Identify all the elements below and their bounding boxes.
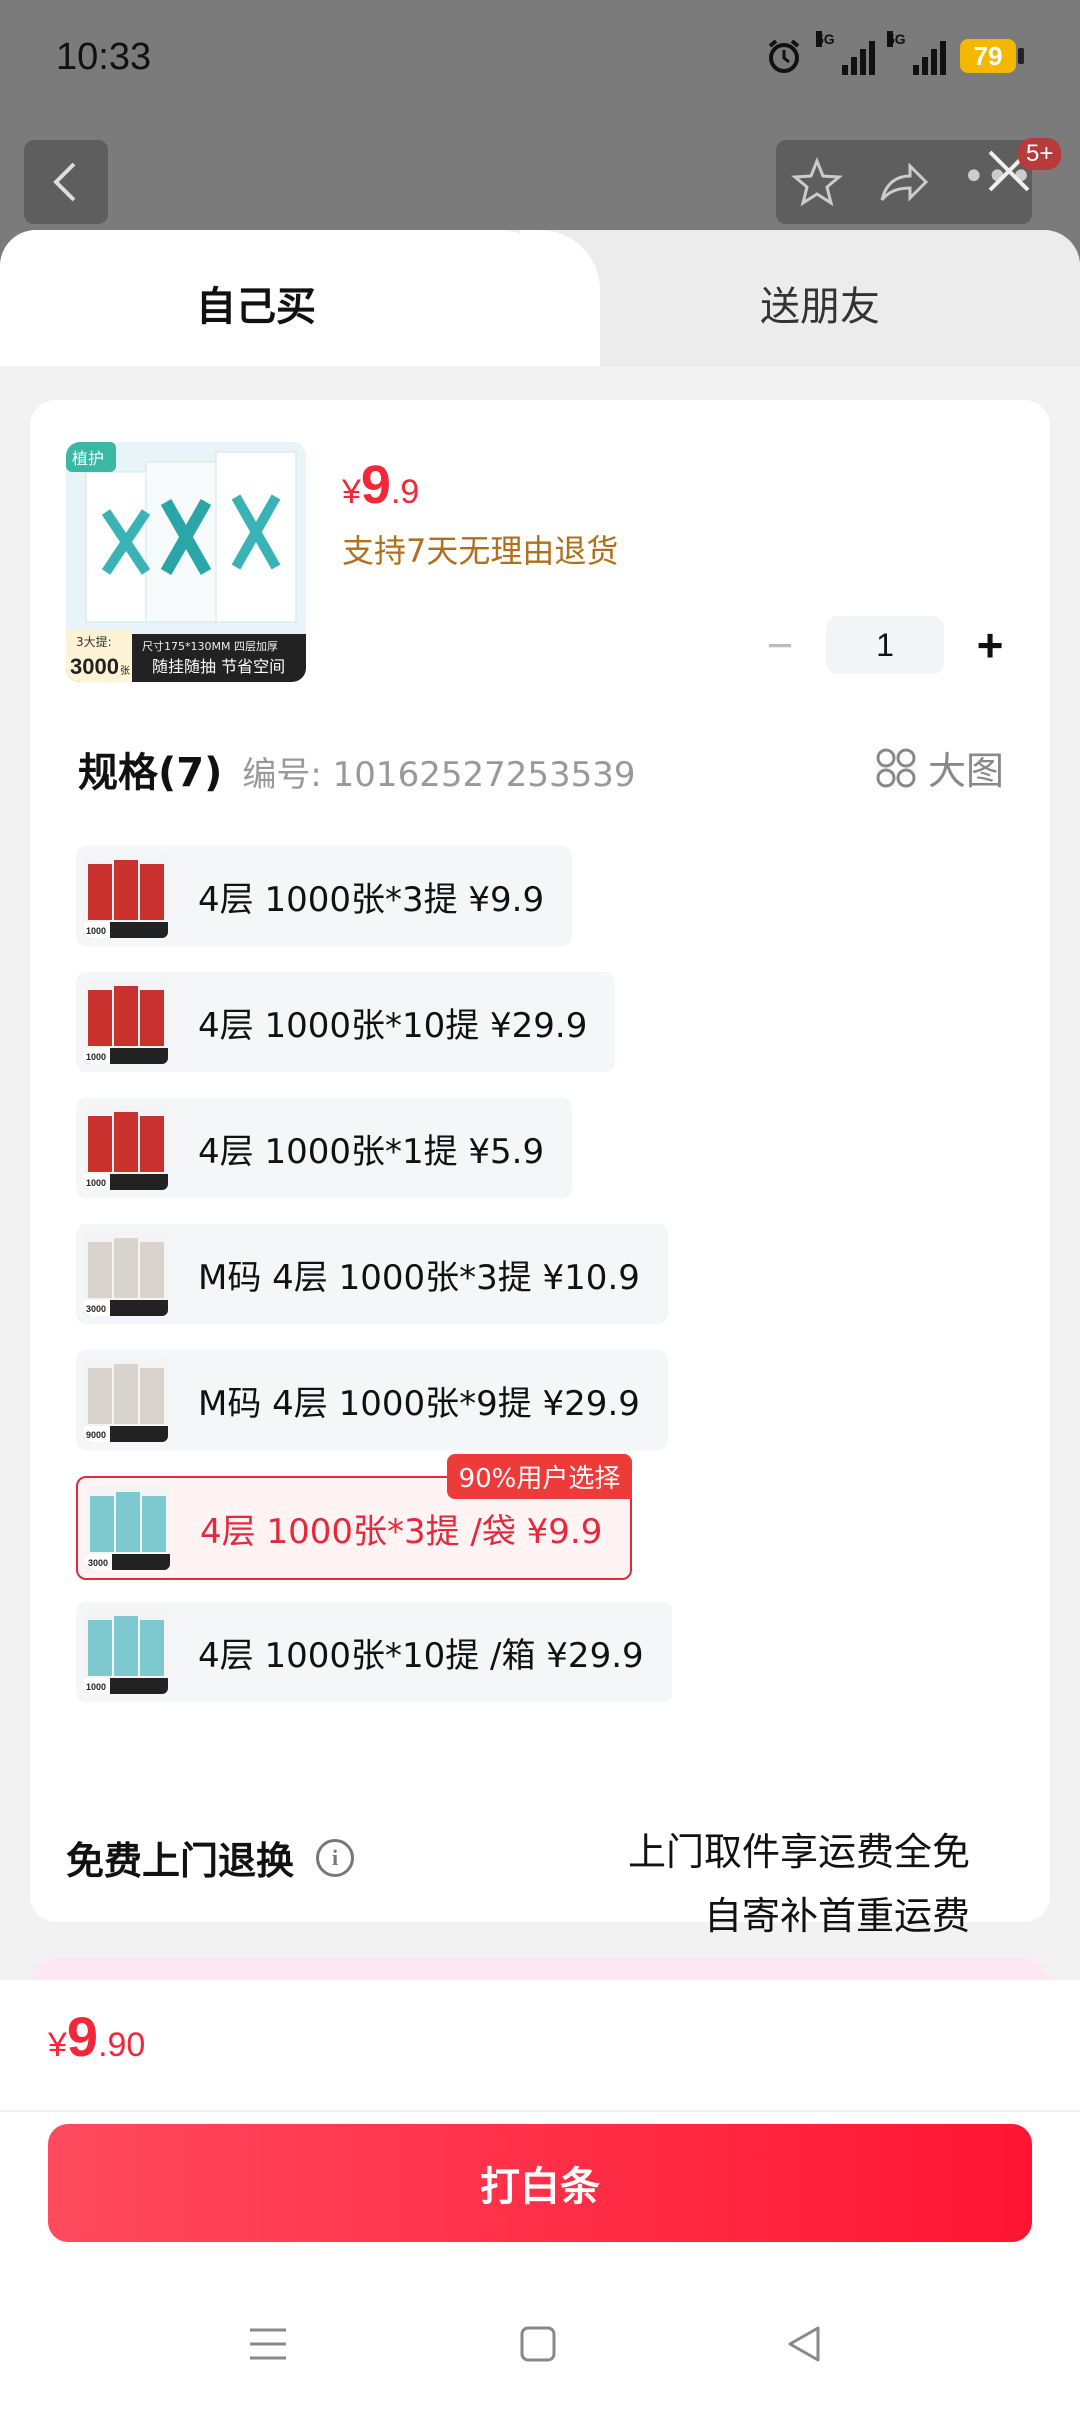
status-icons: 5G 5G 79: [764, 31, 1024, 76]
star-icon[interactable]: [790, 156, 844, 210]
network-type-2: 5G: [887, 31, 906, 47]
grid-icon: [876, 748, 916, 787]
tab-self-curve: [520, 230, 600, 366]
menu-icon[interactable]: [246, 2322, 290, 2366]
spec-thumb-number: 3000: [88, 1558, 108, 1568]
purchase-sheet: 自己买 送朋友 植护 3大提: 3000 张 尺寸175*130MM 四层加厚: [0, 230, 1080, 2412]
quantity-stepper: − 1 +: [760, 616, 1010, 674]
signal-icon-1: 5G: [816, 31, 875, 75]
pay-button[interactable]: 打白条: [48, 2124, 1032, 2242]
spec-thumb-number: 1000: [86, 1178, 106, 1188]
tab-spacer: [0, 366, 1080, 396]
free-return-line-1: 上门取件享运费全免: [627, 1830, 970, 1874]
status-time: 10:33: [56, 36, 152, 78]
thumb-brand: 植护: [72, 449, 104, 468]
spec-header: 规格(7) 编号: 10162527253539: [78, 740, 636, 798]
spec-option-thumbnail: 9000: [84, 1358, 168, 1442]
spec-option-thumbnail: 1000: [84, 1610, 168, 1694]
product-price: ¥9.9: [342, 454, 419, 516]
thumb-count: 3000: [70, 654, 119, 679]
big-image-label: 大图: [927, 749, 1004, 793]
spec-thumb-number: 1000: [86, 1052, 106, 1062]
tab-gift[interactable]: 送朋友: [760, 274, 880, 332]
spec-thumb-number: 1000: [86, 1682, 106, 1692]
product-image[interactable]: 植护 3大提: 3000 张 尺寸175*130MM 四层加厚 随挂随抽 节省空…: [66, 442, 306, 682]
spec-option-label: 4层 1000张*3提 /袋 ¥9.9: [200, 1511, 603, 1552]
spec-option-label: 4层 1000张*10提 ¥29.9: [198, 1005, 588, 1046]
spec-thumb-number: 9000: [86, 1430, 106, 1440]
spec-option-label: M码 4层 1000张*3提 ¥10.9: [198, 1257, 640, 1298]
bottom-bar: ¥9.90 打白条: [0, 1980, 1080, 2412]
network-type-1: 5G: [816, 31, 835, 47]
price-integer: 9: [360, 455, 391, 515]
spec-option-thumbnail: 1000: [84, 1106, 168, 1190]
battery-cap: [1018, 48, 1024, 64]
spec-option[interactable]: 3000 M码 4层 1000张*3提 ¥10.9: [76, 1224, 668, 1324]
total-decimal: .90: [98, 2026, 146, 2064]
system-nav-bar: [0, 2300, 1080, 2410]
total-price: ¥9.90: [48, 2004, 145, 2069]
battery-icon: 79: [960, 39, 1016, 73]
product-image-art: 植护 3大提: 3000 张 尺寸175*130MM 四层加厚 随挂随抽 节省空…: [66, 442, 306, 682]
spec-option[interactable]: 3000 4层 1000张*3提 /袋 ¥9.9 90%用户选择: [76, 1454, 633, 1580]
popular-choice-badge: 90%用户选择: [446, 1454, 633, 1499]
back-button[interactable]: [24, 140, 108, 224]
home-icon[interactable]: [516, 2322, 560, 2366]
spec-option[interactable]: 9000 M码 4层 1000张*9提 ¥29.9: [76, 1350, 668, 1450]
spec-option-label: 4层 1000张*1提 ¥5.9: [198, 1131, 545, 1172]
spec-option-label: M码 4层 1000张*9提 ¥29.9: [198, 1383, 640, 1424]
tab-bar: 自己买 送朋友: [0, 230, 1080, 366]
thumb-slogan: 随挂随抽 节省空间: [152, 657, 285, 676]
free-return-title-row: 免费上门退换 i: [66, 1830, 355, 1885]
free-return-line-2: 自寄补首重运费: [703, 1894, 970, 1938]
decrease-button[interactable]: −: [760, 618, 800, 672]
bottom-divider: [0, 2110, 1080, 2112]
big-image-toggle[interactable]: 大图: [876, 740, 1004, 795]
spec-option[interactable]: 1000 4层 1000张*10提 ¥29.9: [76, 972, 616, 1072]
free-return-title: 免费上门退换: [66, 1839, 295, 1883]
product-card: 植护 3大提: 3000 张 尺寸175*130MM 四层加厚 随挂随抽 节省空…: [30, 400, 1050, 1938]
thumb-pack: 3大提:: [76, 634, 112, 649]
status-bar: 10:33 5G 5G 79: [0, 0, 1080, 120]
total-integer: 9: [66, 2005, 99, 2068]
signal-icon-2: 5G: [887, 31, 946, 75]
total-currency: ¥: [48, 2026, 67, 2064]
price-decimal: .9: [390, 473, 420, 511]
spec-option[interactable]: 1000 4层 1000张*1提 ¥5.9: [76, 1098, 573, 1198]
free-return-desc: 上门取件享运费全免 自寄补首重运费: [628, 1820, 970, 1948]
spec-option-thumbnail: 3000: [84, 1232, 168, 1316]
spec-option-label: 4层 1000张*10提 /箱 ¥29.9: [198, 1635, 644, 1676]
spec-option-thumbnail: 1000: [84, 854, 168, 938]
thumb-size: 尺寸175*130MM 四层加厚: [142, 639, 278, 653]
return-policy-note: 支持7天无理由退货: [342, 532, 619, 570]
chevron-left-icon: [53, 162, 76, 202]
quantity-input[interactable]: 1: [826, 616, 944, 674]
spec-title: 规格(7): [78, 750, 223, 796]
spec-thumb-number: 1000: [86, 926, 106, 936]
spec-option-label: 4层 1000张*3提 ¥9.9: [198, 879, 545, 920]
thumb-count-unit: 张: [120, 665, 130, 677]
price-currency: ¥: [342, 473, 361, 511]
back-nav-icon[interactable]: [782, 2322, 826, 2366]
product-code: 编号: 10162527253539: [242, 755, 636, 795]
increase-button[interactable]: +: [970, 618, 1010, 672]
notification-badge: 5+: [1018, 138, 1062, 170]
spec-option-thumbnail: 1000: [84, 980, 168, 1064]
info-icon[interactable]: i: [316, 1838, 355, 1877]
share-icon[interactable]: [876, 156, 930, 210]
tab-self[interactable]: 自己买: [196, 274, 316, 332]
spec-option[interactable]: 1000 4层 1000张*10提 /箱 ¥29.9: [76, 1602, 672, 1702]
spec-option[interactable]: 1000 4层 1000张*3提 ¥9.9: [76, 846, 573, 946]
alarm-icon: [768, 39, 800, 73]
spec-option-thumbnail: 3000: [86, 1486, 170, 1570]
spec-thumb-number: 3000: [86, 1304, 106, 1314]
